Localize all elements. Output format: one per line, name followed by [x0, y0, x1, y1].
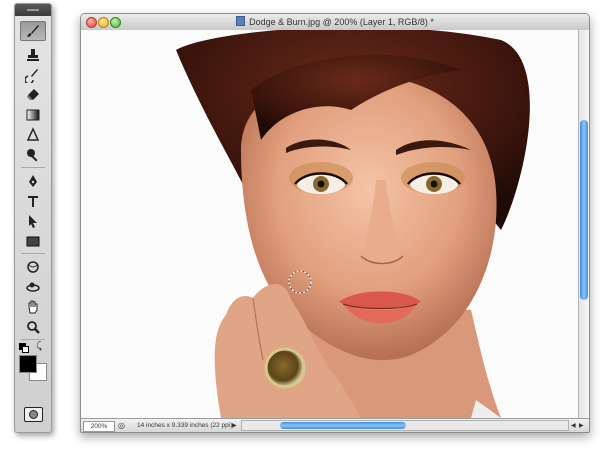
- brush-icon: [27, 25, 39, 37]
- clone-stamp-tool-button[interactable]: [20, 45, 46, 65]
- document-icon: [236, 16, 246, 26]
- zoom-tool-button[interactable]: [20, 317, 46, 337]
- image-canvas[interactable]: [81, 30, 578, 418]
- quick-mask-icon: [29, 410, 38, 419]
- arrow-icon: [29, 215, 37, 228]
- eraser-tool-button[interactable]: [20, 85, 46, 105]
- blur-icon: [26, 127, 40, 141]
- type-tool-button[interactable]: [20, 191, 46, 211]
- status-bar: 200% ◎ 14 inches x 9.339 inches (22 ppi)…: [81, 418, 589, 432]
- document-title-text: Dodge & Burn.jpg @ 200% (Layer 1, RGB/8)…: [249, 17, 434, 27]
- zoom-level-field[interactable]: 200%: [83, 421, 115, 432]
- status-menu-arrow-icon[interactable]: ▶: [232, 422, 237, 429]
- 3d-rotate-icon: [27, 261, 39, 273]
- hand-icon: [28, 300, 38, 314]
- type-icon: [28, 196, 38, 207]
- clone-stamp-icon: [27, 49, 39, 61]
- document-info: 14 inches x 9.339 inches (22 ppi): [137, 422, 233, 429]
- default-colors-icon[interactable]: [19, 343, 29, 353]
- horizontal-scrollbar[interactable]: [241, 420, 569, 431]
- rectangle-tool-button[interactable]: [20, 231, 46, 251]
- quick-mask-button[interactable]: [24, 407, 43, 422]
- zoom-icon: [27, 321, 40, 334]
- rectangle-icon: [26, 236, 40, 247]
- document-window: Dodge & Burn.jpg @ 200% (Layer 1, RGB/8)…: [80, 13, 590, 433]
- vertical-scroll-thumb[interactable]: [580, 120, 588, 300]
- horizontal-scroll-thumb[interactable]: [280, 422, 406, 429]
- swap-colors-icon[interactable]: ⤹: [36, 341, 42, 352]
- status-info-icon[interactable]: ◎: [118, 421, 125, 430]
- document-title-bar[interactable]: Dodge & Burn.jpg @ 200% (Layer 1, RGB/8)…: [81, 14, 589, 31]
- eraser-icon: [27, 89, 39, 100]
- dodge-tool-button[interactable]: [20, 145, 46, 165]
- pen-icon: [29, 175, 37, 187]
- 3d-rotate-tool-button[interactable]: [20, 257, 46, 277]
- tools-panel-grip[interactable]: [15, 4, 51, 16]
- tools-panel: ⤹: [14, 3, 52, 433]
- scroll-left-arrow-icon[interactable]: ◀: [571, 422, 576, 429]
- history-brush-icon: [25, 69, 38, 83]
- hand-tool-button[interactable]: [20, 297, 46, 317]
- gradient-icon: [26, 109, 40, 121]
- pen-tool-button[interactable]: [20, 171, 46, 191]
- document-title: Dodge & Burn.jpg @ 200% (Layer 1, RGB/8)…: [81, 16, 589, 27]
- vertical-scrollbar[interactable]: [578, 30, 589, 418]
- blur-tool-button[interactable]: [20, 125, 46, 145]
- gradient-tool-button[interactable]: [20, 105, 46, 125]
- path-selection-tool-button[interactable]: [20, 211, 46, 231]
- 3d-orbit-icon: [26, 282, 40, 292]
- dodge-icon: [27, 149, 38, 162]
- foreground-color-swatch[interactable]: [19, 355, 37, 373]
- portrait-photo: [81, 30, 578, 418]
- 3d-orbit-tool-button[interactable]: [20, 277, 46, 297]
- brush-tool-button[interactable]: [20, 21, 46, 41]
- history-brush-tool-button[interactable]: [20, 65, 46, 85]
- scroll-right-arrow-icon[interactable]: ▶: [579, 422, 584, 429]
